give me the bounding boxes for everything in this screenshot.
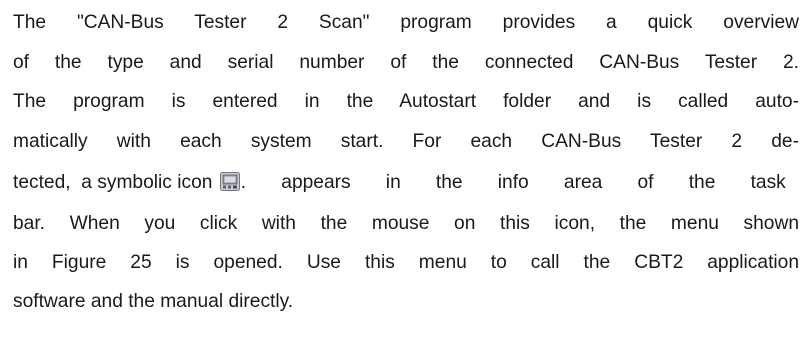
paragraph-line-7: in Figure 25 is opened. Use this menu to… xyxy=(13,252,799,273)
paragraph-line-8: software and the manual directly. xyxy=(13,291,294,312)
paragraph-line-6: bar. When you click with the mouse on th… xyxy=(13,213,799,234)
paragraph-line-1: The "CAN-Bus Tester 2 Scan" program prov… xyxy=(13,12,799,33)
document-page: The "CAN-Bus Tester 2 Scan" program prov… xyxy=(0,0,810,352)
paragraph-line-2: of the type and serial number of the con… xyxy=(13,52,799,73)
paragraph-line-4: matically with each system start. For ea… xyxy=(13,131,799,152)
paragraph-line-5-before-icon: tected, a symbolic icon xyxy=(13,172,218,193)
paragraph-line-5: tected, a symbolic icon . appears in the… xyxy=(13,172,799,194)
paragraph-line-3: The program is entered in the Autostart … xyxy=(13,91,799,112)
can-bus-tester-tray-icon xyxy=(219,172,240,191)
paragraph-line-5-after-icon: . appears in the info area of the task xyxy=(240,172,786,193)
